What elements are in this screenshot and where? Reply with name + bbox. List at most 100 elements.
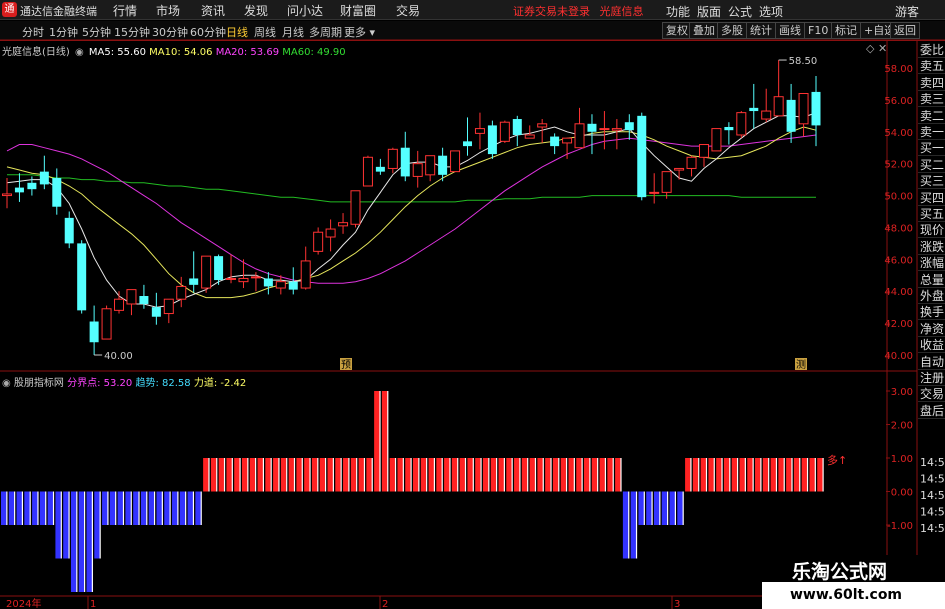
indicator-bar-edge [247, 458, 249, 492]
price-tick-label: 46.00 [884, 255, 913, 266]
side-time-label: 14:56 [920, 522, 945, 535]
candle-body [350, 190, 361, 225]
candle [736, 111, 747, 139]
side-panel-item[interactable]: 卖二 [918, 108, 945, 124]
indicator-bar [265, 458, 272, 492]
candle [512, 115, 522, 147]
indicator-bar [125, 491, 132, 525]
side-panel-item[interactable]: 涨幅 [918, 255, 945, 272]
indicator-bar [241, 458, 248, 492]
side-panel-item[interactable]: 委比 [918, 42, 945, 58]
indicator-bar [514, 458, 520, 492]
indicator-bar-edge [324, 458, 327, 492]
side-panel-item[interactable]: 卖五 [918, 58, 945, 75]
indicator-bar [817, 458, 823, 492]
side-panel-item[interactable]: 卖三 [918, 91, 945, 108]
candle [724, 122, 734, 145]
side-panel-item[interactable]: 外盘 [918, 288, 945, 304]
candle-body [189, 278, 199, 285]
candle [786, 83, 796, 143]
side-panel-item[interactable]: 买二 [918, 157, 945, 173]
candle [114, 291, 125, 314]
price-chart[interactable]: 58.00 56.00 54.00 52.00 50.00 48.00 46.00 44.00… [0, 0, 945, 609]
side-panel-item[interactable]: 盘后 [918, 403, 945, 419]
candle [487, 120, 497, 159]
low-marker-label: 40.00 [104, 351, 133, 362]
side-panel-item[interactable]: 换手 [918, 304, 945, 321]
side-panel-item[interactable]: 买四 [918, 190, 945, 206]
indicator-bar-edge [667, 491, 669, 525]
side-panel-item[interactable]: 总量 [918, 272, 945, 288]
indicator-bar-edge [760, 458, 762, 492]
indicator-bar-edge [433, 458, 436, 492]
candle [39, 155, 49, 190]
indicator-bar-edge [651, 491, 653, 525]
indicator-bar-edge [472, 458, 474, 492]
indicator-bar [646, 491, 652, 525]
indicator-bar-edge [138, 491, 140, 525]
side-panel-item[interactable]: 净资 [918, 321, 945, 337]
ind-tick-label: 3.00 [891, 387, 913, 398]
side-panel-item[interactable]: 买三 [918, 173, 945, 190]
indicator-bar [86, 491, 93, 592]
trend-label: 趋势: 82.58 [135, 378, 191, 389]
candle [151, 292, 161, 325]
indicator-bar [335, 458, 342, 492]
indicator-bar-edge [604, 458, 607, 492]
indicator-bar [669, 491, 676, 525]
candle [773, 60, 784, 117]
indicator-bar-edge [690, 458, 692, 492]
indicator-bar-edge [29, 491, 31, 525]
side-panel-item[interactable]: 涨跌 [918, 239, 945, 255]
side-panel-item[interactable]: 注册 [918, 370, 945, 386]
candle [89, 305, 99, 355]
indicator-bar-edge [488, 458, 490, 492]
indicator-bar [576, 458, 583, 492]
side-panel-item[interactable]: 自动 [918, 354, 945, 370]
candle [350, 190, 361, 228]
candle-body [226, 277, 237, 280]
indicator-bar [47, 491, 54, 525]
indicator-bar-edge [387, 391, 389, 492]
indicator-bar [723, 458, 730, 492]
side-panel-item[interactable]: 买五 [918, 206, 945, 222]
candle-body [39, 171, 49, 185]
indicator-bar [203, 458, 209, 492]
settings-icon[interactable]: ◉ [75, 47, 84, 58]
candle [325, 219, 336, 252]
pane-controls[interactable]: ◇ ✕ [866, 42, 887, 55]
indicator-bar-edge [122, 491, 125, 525]
indicator-bar [273, 458, 279, 492]
candle [362, 155, 373, 187]
side-panel-item[interactable]: 收益 [918, 337, 945, 354]
candle [338, 213, 349, 234]
indicator-bar-edge [682, 491, 684, 525]
indicator-bar-edge [394, 458, 397, 492]
candle-body [101, 308, 112, 340]
indicator-bar [210, 458, 217, 492]
indicator-bar [133, 491, 139, 525]
side-panel-item[interactable]: 交易 [918, 386, 945, 403]
side-panel-item[interactable]: 卖一 [918, 124, 945, 140]
indicator-bar-edge [635, 491, 638, 559]
indicator-bar [311, 458, 318, 492]
indicator-bar-edge [286, 458, 288, 492]
side-panel-item[interactable]: 现价 [918, 222, 945, 239]
candles [2, 60, 821, 355]
indicator-bar [179, 491, 186, 525]
settings-icon-2[interactable]: ◉ [2, 378, 11, 389]
candle-body [14, 187, 24, 193]
close-pane-icon[interactable]: ✕ [878, 42, 887, 55]
indicator-bar-edge [255, 458, 257, 492]
indicator-bar [529, 458, 536, 492]
indicator-bar-edge [612, 458, 614, 492]
side-panel-item[interactable]: 买一 [918, 140, 945, 157]
price-tick-label: 40.00 [884, 351, 913, 362]
candle [463, 117, 473, 156]
indicator-bar-edge [449, 458, 451, 492]
candle [798, 93, 809, 137]
side-panel-item[interactable]: 卖四 [918, 75, 945, 91]
diamond-icon[interactable]: ◇ [866, 42, 874, 55]
indicator-bar [39, 491, 46, 525]
indicator-bar [584, 458, 590, 492]
